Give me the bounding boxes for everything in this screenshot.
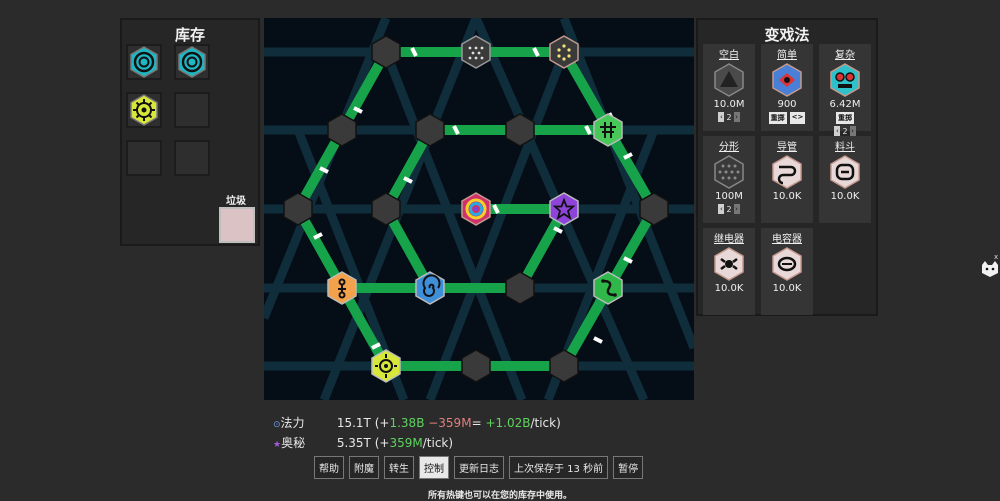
hotkey-hint: 所有热键也可以在您的库存中使用。 bbox=[427, 491, 572, 501]
svg-text:x: x bbox=[994, 253, 998, 261]
stepper-value: 2 bbox=[842, 126, 848, 136]
spell-card-capacitor[interactable]: 电容器 10.0K bbox=[761, 228, 813, 315]
arcane-value: 5.35T bbox=[336, 436, 371, 450]
dots-rune-icon[interactable] bbox=[461, 35, 491, 69]
hopper-rune-icon bbox=[830, 155, 860, 189]
spell-card-fractal[interactable]: 分形 100M ‹ 2 › bbox=[703, 136, 755, 223]
trash-slot[interactable] bbox=[219, 207, 255, 243]
inventory-panel: 库存 垃圾 bbox=[120, 18, 260, 246]
mana-loss: −359M bbox=[424, 416, 472, 430]
purple-star-rune-icon[interactable] bbox=[549, 192, 579, 226]
spell-count: 6.42M bbox=[829, 99, 861, 110]
quantity-stepper[interactable]: ‹ 2 › bbox=[703, 204, 755, 214]
mana-net: +1.02B bbox=[481, 416, 531, 430]
spells-title: 变戏法 bbox=[764, 26, 810, 44]
pause-button[interactable]: 暂停 bbox=[613, 456, 644, 479]
spell-name: 电容器 bbox=[772, 234, 802, 245]
simple-rune-icon bbox=[772, 63, 802, 97]
spell-name: 继电器 bbox=[714, 234, 744, 245]
spell-name: 简单 bbox=[777, 50, 797, 61]
spell-name: 导管 bbox=[777, 142, 797, 153]
inventory-slot-6[interactable] bbox=[174, 140, 210, 176]
reroll-button[interactable]: 重掷 bbox=[836, 112, 854, 124]
save-button[interactable]: 上次保存于 13 秒前 bbox=[509, 456, 609, 479]
spell-count: 10.0K bbox=[772, 283, 802, 294]
rebirth-button[interactable]: 转生 bbox=[384, 456, 414, 479]
quantity-stepper[interactable]: ‹ 2 › bbox=[819, 126, 871, 136]
changelog-button[interactable]: 更新日志 bbox=[454, 456, 504, 479]
mana-open: (+ bbox=[374, 416, 390, 430]
spell-card-hopper[interactable]: 料斗 10.0K bbox=[819, 136, 871, 223]
stepper-value: 2 bbox=[726, 112, 732, 122]
spell-card-conduit[interactable]: 导管 10.0K bbox=[761, 136, 813, 223]
inventory-title: 库存 bbox=[174, 26, 205, 44]
mana-row: ⊙法力 15.1T (+1.38B −359M= +1.02B/tick) bbox=[273, 414, 561, 434]
arcane-row: ★奥秘 5.35T (+359M/tick) bbox=[273, 434, 561, 454]
stepper-value: 2 bbox=[726, 204, 732, 214]
control-button[interactable]: 控制 bbox=[419, 456, 449, 479]
arcane-label-wrap: ★奥秘 bbox=[273, 434, 333, 454]
fractal-rune-icon bbox=[714, 155, 744, 189]
spell-card-relay[interactable]: 继电器 10.0K bbox=[703, 228, 755, 315]
inventory-slot-5[interactable] bbox=[126, 140, 162, 176]
vortex-rune-icon bbox=[178, 46, 206, 78]
mana-rate: /tick) bbox=[530, 416, 561, 430]
toolbar: 帮助 附魔 转生 控制 更新日志 上次保存于 13 秒前 暂停 bbox=[314, 456, 644, 479]
conduit-rune-icon[interactable] bbox=[593, 113, 623, 147]
relay-rune-icon bbox=[714, 247, 744, 281]
mana-eq: = bbox=[471, 416, 482, 430]
trash-label: 垃圾 bbox=[226, 196, 246, 207]
arcane-open: (+ bbox=[374, 436, 390, 450]
spell-name: 料斗 bbox=[835, 142, 855, 153]
enchant-button[interactable]: 附魔 bbox=[349, 456, 379, 479]
quantity-stepper[interactable]: ‹ 2 › bbox=[703, 112, 755, 122]
rune-board[interactable] bbox=[259, 16, 699, 402]
key-rune-icon[interactable] bbox=[327, 271, 357, 305]
capacitor-rune-icon bbox=[772, 247, 802, 281]
spell-count: 10.0M bbox=[713, 99, 745, 110]
inventory-slot-1[interactable] bbox=[126, 44, 162, 80]
arcane-label: 奥秘 bbox=[281, 436, 306, 450]
rainbow-rune-icon[interactable] bbox=[461, 192, 491, 226]
inventory-slot-3[interactable] bbox=[126, 92, 162, 128]
reroll-button[interactable]: 重掷 bbox=[768, 112, 787, 124]
spell-count: 900 bbox=[777, 99, 797, 110]
spell-card-simple[interactable]: 简单 900 重掷 <> bbox=[761, 44, 813, 131]
sun-rune-icon bbox=[130, 94, 158, 126]
spell-card-complex[interactable]: 复杂 6.42M 重掷 ‹ 2 › bbox=[819, 44, 871, 136]
spell-count: 100M bbox=[715, 191, 743, 202]
spell-name: 空白 bbox=[719, 50, 739, 61]
help-button[interactable]: 帮助 bbox=[314, 456, 344, 479]
inventory-slot-2[interactable] bbox=[174, 44, 210, 80]
spell-count: 10.0K bbox=[714, 283, 744, 294]
mana-icon: ⊙ bbox=[273, 420, 281, 430]
spell-count: 10.0K bbox=[772, 191, 802, 202]
mana-value: 15.1T bbox=[336, 416, 371, 430]
inventory-slot-4[interactable] bbox=[174, 92, 210, 128]
cycle-button[interactable]: <> bbox=[789, 112, 806, 124]
spell-count: 10.0K bbox=[830, 191, 860, 202]
complex-rune-icon bbox=[830, 63, 860, 97]
mana-gain: 1.38B bbox=[389, 416, 425, 430]
arcane-star-icon: ★ bbox=[273, 440, 282, 450]
spell-card-blank[interactable]: 空白 10.0M ‹ 2 › bbox=[703, 44, 755, 131]
cat-icon: x bbox=[982, 253, 998, 277]
spiral-rune-icon[interactable] bbox=[415, 271, 445, 305]
spell-name: 复杂 bbox=[835, 50, 855, 61]
vortex-rune-icon bbox=[130, 46, 158, 78]
spell-name: 分形 bbox=[719, 142, 739, 153]
blank-rune-icon bbox=[714, 63, 744, 97]
arcane-rate: /tick) bbox=[422, 436, 454, 450]
star-dots-rune-icon[interactable] bbox=[549, 35, 579, 69]
board-svg bbox=[259, 16, 699, 402]
yin-rune-icon[interactable] bbox=[593, 271, 623, 305]
mana-label-wrap: ⊙法力 bbox=[273, 414, 333, 434]
sun-rune-icon[interactable] bbox=[371, 349, 401, 383]
conduit-rune-icon bbox=[772, 155, 802, 189]
side-widget[interactable]: x bbox=[980, 253, 1000, 283]
arcane-gain: 359M bbox=[389, 436, 423, 450]
resource-stats: ⊙法力 15.1T (+1.38B −359M= +1.02B/tick) ★奥… bbox=[273, 414, 561, 454]
mana-label: 法力 bbox=[280, 416, 305, 430]
spells-panel: 变戏法 空白 10.0M ‹ 2 › 简单 900 重掷 <> 复杂 6.42M 重掷… bbox=[696, 18, 878, 316]
